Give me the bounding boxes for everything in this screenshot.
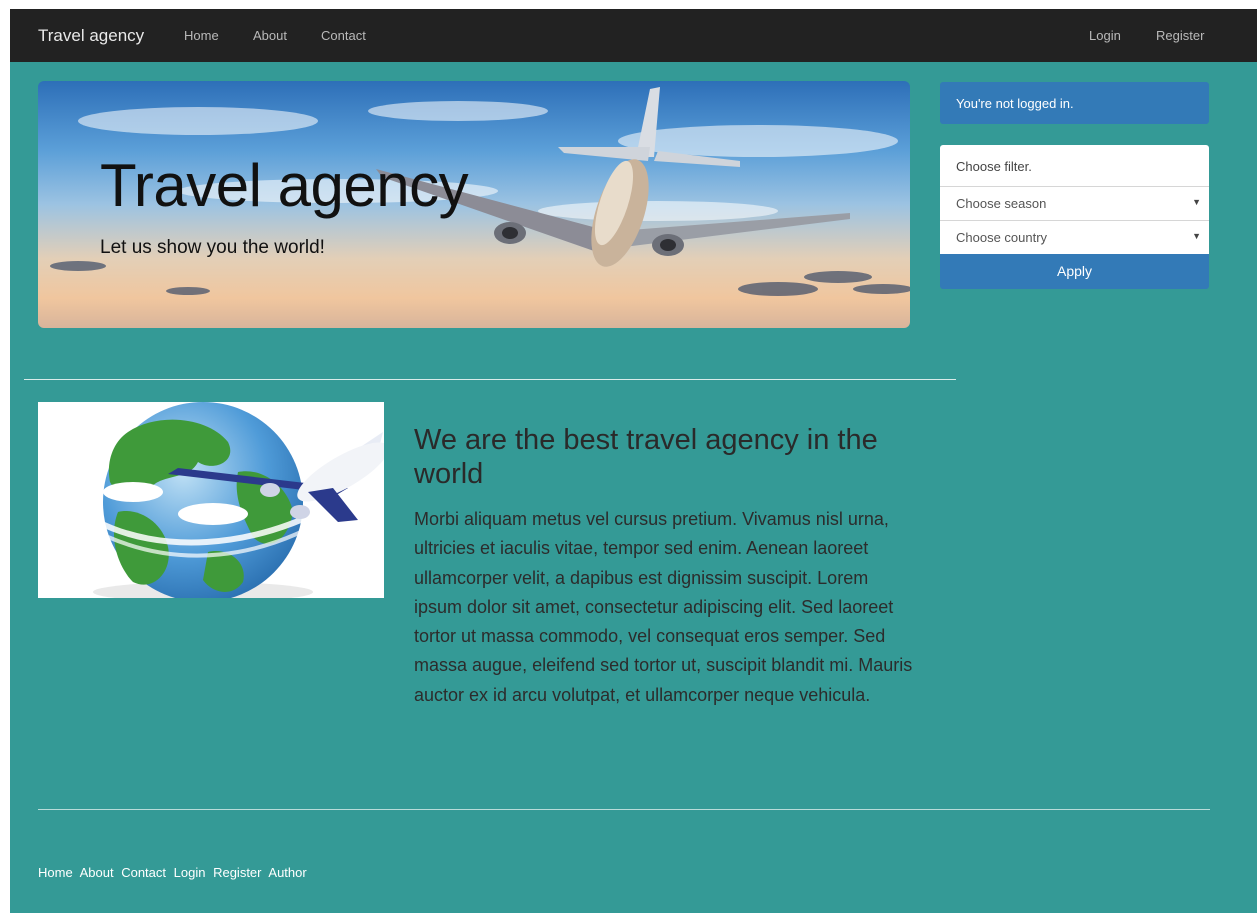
footer-about-link[interactable]: About bbox=[80, 865, 114, 880]
navbar-brand[interactable]: Travel agency bbox=[38, 26, 144, 46]
nav-about-link[interactable]: About bbox=[253, 28, 287, 43]
footer-login-link[interactable]: Login bbox=[174, 865, 206, 880]
about-heading: We are the best travel agency in the wor… bbox=[414, 424, 878, 490]
footer-author-link[interactable]: Author bbox=[268, 865, 306, 880]
globe-airplane-icon bbox=[93, 402, 384, 598]
nav-contact-link[interactable]: Contact bbox=[321, 28, 366, 43]
nav-login-link[interactable]: Login bbox=[1089, 28, 1121, 43]
hero-subtitle: Let us show you the world! bbox=[100, 237, 325, 258]
hero-title: Travel agency bbox=[100, 152, 469, 219]
footer-home-link[interactable]: Home bbox=[38, 865, 73, 880]
caret-down-icon: ▼ bbox=[1192, 197, 1201, 207]
apply-button[interactable]: Apply bbox=[940, 254, 1209, 289]
page: Travel agency Home About Contact Login R… bbox=[10, 9, 1257, 913]
season-select-value: Choose season bbox=[956, 196, 1047, 211]
nav-register-link[interactable]: Register bbox=[1156, 28, 1204, 43]
about-body-text: Morbi aliquam metus vel cursus pretium. … bbox=[414, 509, 913, 705]
footer-register-link[interactable]: Register bbox=[213, 865, 261, 880]
filter-label: Choose filter. bbox=[940, 145, 1209, 186]
footer-contact-link[interactable]: Contact bbox=[121, 865, 166, 880]
country-select[interactable]: Choose country ▼ bbox=[940, 220, 1209, 254]
caret-down-icon: ▼ bbox=[1192, 231, 1201, 241]
country-select-value: Choose country bbox=[956, 230, 1048, 245]
season-select[interactable]: Choose season ▼ bbox=[940, 186, 1209, 220]
nav-home-link[interactable]: Home bbox=[184, 28, 219, 43]
filter-panel: Choose filter. Choose season ▼ Choose co… bbox=[940, 145, 1209, 289]
divider bbox=[38, 809, 1210, 810]
login-status-alert: You're not logged in. bbox=[940, 82, 1209, 124]
hero-banner: Travel agency Let us show you the world! bbox=[38, 81, 910, 328]
navbar: Travel agency Home About Contact Login R… bbox=[10, 9, 1257, 62]
footer-links: Home About Contact Login Register Author bbox=[38, 865, 311, 880]
globe-airplane-image bbox=[38, 402, 384, 598]
divider bbox=[24, 379, 956, 380]
